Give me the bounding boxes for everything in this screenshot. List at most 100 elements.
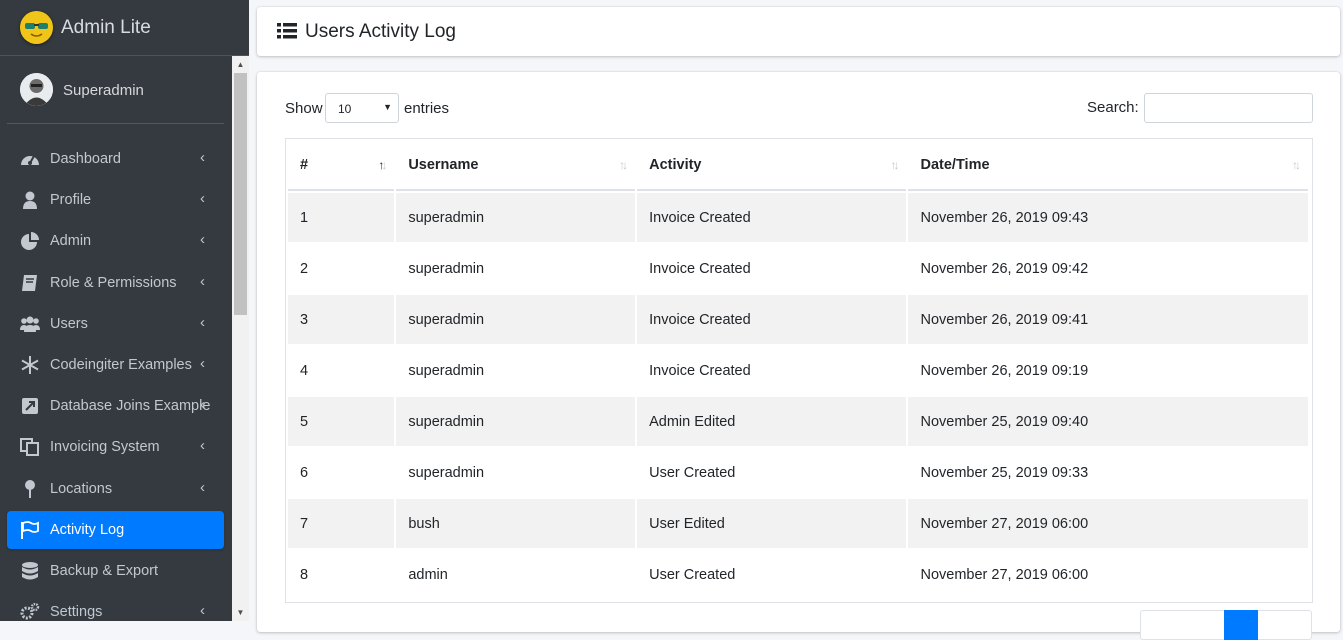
entries-length-select[interactable]: 10 ▼ [325,93,399,123]
caret-down-icon: ▼ [383,102,392,112]
cell-username: superadmin [396,397,636,446]
cell-username: superadmin [396,295,636,344]
pagination[interactable] [1140,610,1312,640]
page-title: Users Activity Log [305,21,456,42]
page-header: Users Activity Log [257,7,1340,56]
sidebar-item-label: Invoicing System [50,439,160,455]
chevron-left-icon: ‹ [200,479,205,496]
table-row: 2 superadmin Invoice Created November 26… [288,244,1308,293]
sidebar-item-label: Role & Permissions [50,275,177,291]
list-icon [277,23,297,44]
snowflake-icon [20,356,40,374]
table-row: 4 superadmin Invoice Created November 26… [288,346,1308,395]
cell-number: 6 [288,448,395,497]
entries-length-value: 10 [338,102,352,116]
cell-username: superadmin [396,346,636,395]
sidebar-item-users[interactable]: Users ‹ [7,305,224,343]
cell-username: bush [396,499,636,548]
sidebar-item-label: Users [50,316,88,332]
cell-number: 1 [288,193,395,242]
chevron-left-icon: ‹ [200,602,205,619]
sidebar-item-role-permissions[interactable]: Role & Permissions ‹ [7,264,224,302]
sidebar-item-label: Backup & Export [50,563,158,579]
sidebar-item-settings[interactable]: Settings ‹ [7,593,224,621]
scrollbar-thumb[interactable] [234,73,247,315]
search-label: Search: [1087,99,1139,116]
sidebar-item-label: Activity Log [50,522,125,538]
column-header-activity[interactable]: Activity ↑↓ [637,141,907,191]
table-header-row: # ↑↓ Username ↑↓ Activity ↑↓ Date/Time ↑… [288,141,1308,191]
column-header-number[interactable]: # ↑↓ [288,141,395,191]
cell-number: 2 [288,244,395,293]
user-panel[interactable]: Superadmin [7,57,224,124]
column-header-username[interactable]: Username ↑↓ [396,141,636,191]
user-name: Superadmin [63,82,144,99]
cogs-icon [20,603,40,621]
cell-activity: User Created [637,448,907,497]
sidebar-item-label: Database Joins Example [50,398,211,414]
cell-number: 4 [288,346,395,395]
sidebar-item-invoicing-system[interactable]: Invoicing System ‹ [7,428,224,466]
cell-datetime: November 27, 2019 06:00 [908,550,1308,599]
sidebar: Admin Lite Superadmin Dashboard ‹ Profil… [0,0,249,621]
search-input[interactable] [1144,93,1313,123]
cell-number: 8 [288,550,395,599]
sort-icon: ↑↓ [619,158,628,172]
sidebar-item-label: Settings [50,604,103,620]
cell-username: superadmin [396,448,636,497]
column-header-label: Date/Time [920,157,990,173]
column-header-datetime[interactable]: Date/Time ↑↓ [908,141,1308,191]
pagination-active-page[interactable] [1224,610,1258,640]
sort-icon: ↑↓ [890,158,899,172]
sidebar-item-activity-log[interactable]: Activity Log [7,511,224,549]
cell-activity: Invoice Created [637,244,907,293]
cell-username: superadmin [396,193,636,242]
cell-number: 7 [288,499,395,548]
chevron-left-icon: ‹ [200,231,205,248]
column-header-label: Username [408,157,479,173]
sidebar-item-label: Codeingiter Examples [50,357,192,373]
brand-name: Admin Lite [61,17,151,38]
activity-table-wrapper: # ↑↓ Username ↑↓ Activity ↑↓ Date/Time ↑… [285,138,1313,603]
cell-number: 5 [288,397,395,446]
sidebar-scrollbar[interactable]: ▲ ▼ [232,56,249,621]
user-icon [20,191,40,209]
sidebar-item-label: Locations [50,481,113,497]
sidebar-item-profile[interactable]: Profile ‹ [7,181,224,219]
sort-icon: ↑↓ [1292,158,1301,172]
cell-username: admin [396,550,636,599]
brand-link[interactable]: Admin Lite [0,0,249,56]
sidebar-item-label: Admin [50,233,92,249]
cell-datetime: November 26, 2019 09:43 [908,193,1308,242]
scroll-down-arrow-icon[interactable]: ▼ [232,604,249,621]
chevron-left-icon: ‹ [200,190,205,207]
sidebar-item-locations[interactable]: Locations ‹ [7,470,224,508]
chevron-left-icon: ‹ [200,149,205,166]
brand-logo-icon [20,11,53,44]
chevron-left-icon: ‹ [200,355,205,372]
cell-datetime: November 26, 2019 09:41 [908,295,1308,344]
activity-table: # ↑↓ Username ↑↓ Activity ↑↓ Date/Time ↑… [286,139,1310,601]
table-row: 5 superadmin Admin Edited November 25, 2… [288,397,1308,446]
chevron-left-icon: ‹ [200,396,205,413]
book-icon [20,274,40,292]
cell-datetime: November 27, 2019 06:00 [908,499,1308,548]
cell-datetime: November 26, 2019 09:19 [908,346,1308,395]
sidebar-item-backup-export[interactable]: Backup & Export [7,552,224,590]
sidebar-item-codeigniter-examples[interactable]: Codeingiter Examples ‹ [7,346,224,384]
sidebar-item-admin[interactable]: Admin ‹ [7,222,224,260]
sidebar-item-label: Dashboard [50,151,121,167]
cell-activity: User Created [637,550,907,599]
column-header-label: Activity [649,157,702,173]
entries-label: entries [404,100,450,117]
flag-icon [20,521,40,539]
activity-log-card: Show 10 ▼ entries Search: # ↑↓ Username … [257,72,1340,640]
sidebar-item-dashboard[interactable]: Dashboard ‹ [7,140,224,178]
cell-username: superadmin [396,244,636,293]
scroll-up-arrow-icon[interactable]: ▲ [232,56,249,73]
map-pin-icon [20,480,40,498]
table-row: 1 superadmin Invoice Created November 26… [288,193,1308,242]
cell-activity: User Edited [637,499,907,548]
cell-datetime: November 25, 2019 09:33 [908,448,1308,497]
sidebar-item-database-joins[interactable]: Database Joins Example ‹ [7,387,224,425]
